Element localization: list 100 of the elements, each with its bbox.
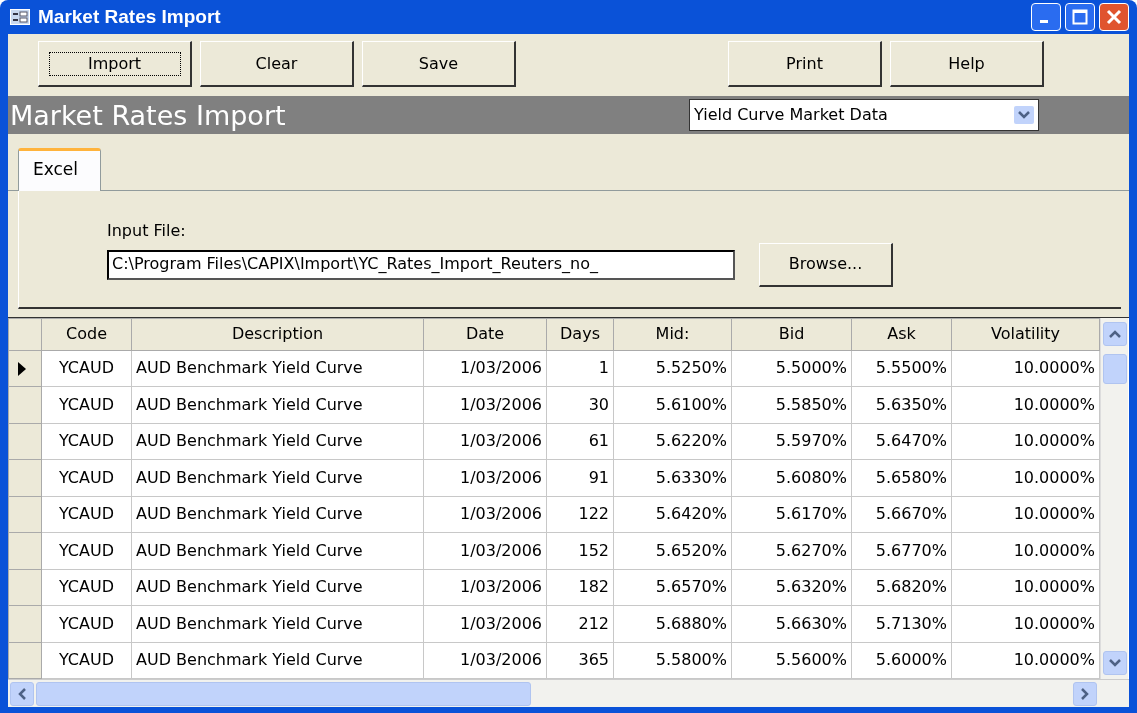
- table-cell: AUD Benchmark Yield Curve: [131, 386, 424, 423]
- table-cell: YCAUD: [41, 350, 132, 387]
- table-cell: 5.6630%: [731, 605, 852, 642]
- table-cell: 122: [546, 496, 614, 533]
- table-cell: 5.5970%: [731, 423, 852, 460]
- toolbar-button[interactable]: Help: [890, 41, 1044, 87]
- table-cell: 1/03/2006: [423, 350, 547, 387]
- browse-button[interactable]: Browse...: [759, 242, 893, 287]
- table-cell: AUD Benchmark Yield Curve: [131, 569, 424, 606]
- table-cell: 1/03/2006: [423, 423, 547, 460]
- scroll-down-button[interactable]: [1102, 651, 1127, 675]
- data-type-dropdown[interactable]: Yield Curve Market Data: [689, 99, 1039, 131]
- scroll-left-button[interactable]: [10, 681, 34, 706]
- table-cell: 5.5850%: [731, 386, 852, 423]
- table-cell: YCAUD: [41, 459, 132, 496]
- table-cell: YCAUD: [41, 423, 132, 460]
- table-cell: 5.6170%: [731, 496, 852, 533]
- column-header[interactable]: Date: [423, 318, 547, 350]
- table-cell: YCAUD: [41, 569, 132, 606]
- table-cell: 10.0000%: [951, 496, 1100, 533]
- table-cell: 5.6220%: [613, 423, 732, 460]
- table-cell: 1/03/2006: [423, 496, 547, 533]
- table-cell: 10.0000%: [951, 569, 1100, 606]
- table-cell: 10.0000%: [951, 532, 1100, 569]
- table-cell: 5.5600%: [731, 642, 852, 679]
- table-cell: 10.0000%: [951, 459, 1100, 496]
- table-cell: 61: [546, 423, 614, 460]
- close-icon: [1106, 9, 1122, 25]
- table-cell: YCAUD: [41, 532, 132, 569]
- table-cell: 5.6580%: [851, 459, 952, 496]
- table-cell: 5.5500%: [851, 350, 952, 387]
- column-header[interactable]: Description: [131, 318, 424, 350]
- scroll-thumb[interactable]: [1102, 353, 1127, 384]
- table-cell: 10.0000%: [951, 642, 1100, 679]
- toolbar-button[interactable]: Print: [728, 41, 882, 87]
- current-record-icon: [17, 360, 27, 377]
- toolbar-button[interactable]: Save: [362, 41, 516, 87]
- maximize-icon: [1072, 9, 1088, 25]
- table-cell: 10.0000%: [951, 423, 1100, 460]
- table-cell: 91: [546, 459, 614, 496]
- table-cell: YCAUD: [41, 605, 132, 642]
- table-cell: 5.6880%: [613, 605, 732, 642]
- table-cell: 365: [546, 642, 614, 679]
- minimize-button[interactable]: [1031, 3, 1061, 31]
- form-header-title: Market Rates Import: [10, 101, 286, 129]
- table-cell: 5.6420%: [613, 496, 732, 533]
- table-cell: AUD Benchmark Yield Curve: [131, 350, 424, 387]
- scroll-up-button[interactable]: [1102, 321, 1127, 346]
- table-cell: 1/03/2006: [423, 569, 547, 606]
- table-cell: AUD Benchmark Yield Curve: [131, 496, 424, 533]
- column-header[interactable]: Days: [546, 318, 614, 350]
- table-cell: 5.6350%: [851, 386, 952, 423]
- table-cell: AUD Benchmark Yield Curve: [131, 605, 424, 642]
- close-button[interactable]: [1099, 3, 1129, 31]
- window-title: Market Rates Import: [38, 4, 221, 29]
- input-file-label: Input File:: [107, 219, 186, 242]
- table-cell: AUD Benchmark Yield Curve: [131, 532, 424, 569]
- table-cell: 10.0000%: [951, 386, 1100, 423]
- maximize-button[interactable]: [1065, 3, 1095, 31]
- table-cell: 5.6100%: [613, 386, 732, 423]
- table-cell: 5.6320%: [731, 569, 852, 606]
- table-cell: 1/03/2006: [423, 605, 547, 642]
- table-cell: 10.0000%: [951, 350, 1100, 387]
- column-header[interactable]: Bid: [731, 318, 852, 350]
- toolbar-button[interactable]: Clear: [200, 41, 354, 87]
- table-cell: 1/03/2006: [423, 386, 547, 423]
- toolbar-button[interactable]: Import: [38, 41, 192, 87]
- table-cell: 10.0000%: [951, 605, 1100, 642]
- tab[interactable]: Excel: [18, 148, 102, 191]
- table-cell: YCAUD: [41, 642, 132, 679]
- table-cell: 5.6520%: [613, 532, 732, 569]
- table-cell: 30: [546, 386, 614, 423]
- table-cell: 5.6080%: [731, 459, 852, 496]
- table-cell: 182: [546, 569, 614, 606]
- table-cell: 5.5800%: [613, 642, 732, 679]
- column-header[interactable]: Mid:: [613, 318, 732, 350]
- table-cell: AUD Benchmark Yield Curve: [131, 459, 424, 496]
- table-cell: 5.6000%: [851, 642, 952, 679]
- table-cell: 1/03/2006: [423, 459, 547, 496]
- table-cell: YCAUD: [41, 496, 132, 533]
- table-cell: 5.5000%: [731, 350, 852, 387]
- horizontal-scroll-thumb[interactable]: [36, 681, 531, 706]
- table-cell: 5.6470%: [851, 423, 952, 460]
- table-cell: 5.5250%: [613, 350, 732, 387]
- column-header[interactable]: Ask: [851, 318, 952, 350]
- column-header[interactable]: Volatility: [951, 318, 1100, 350]
- table-cell: 5.6670%: [851, 496, 952, 533]
- table-cell: 5.7130%: [851, 605, 952, 642]
- form-icon: [10, 9, 30, 25]
- scroll-right-button[interactable]: [1073, 681, 1097, 706]
- table-cell: 5.6270%: [731, 532, 852, 569]
- table-cell: YCAUD: [41, 386, 132, 423]
- table-cell: AUD Benchmark Yield Curve: [131, 423, 424, 460]
- table-cell: 1/03/2006: [423, 532, 547, 569]
- table-cell: 1/03/2006: [423, 642, 547, 679]
- column-header[interactable]: Code: [41, 318, 132, 350]
- input-file-field[interactable]: C:\Program Files\CAPIX\Import\YC_Rates_Import_Reuters_no_: [107, 249, 735, 280]
- minimize-icon: [1040, 19, 1048, 23]
- table-cell: 152: [546, 532, 614, 569]
- table-cell: 212: [546, 605, 614, 642]
